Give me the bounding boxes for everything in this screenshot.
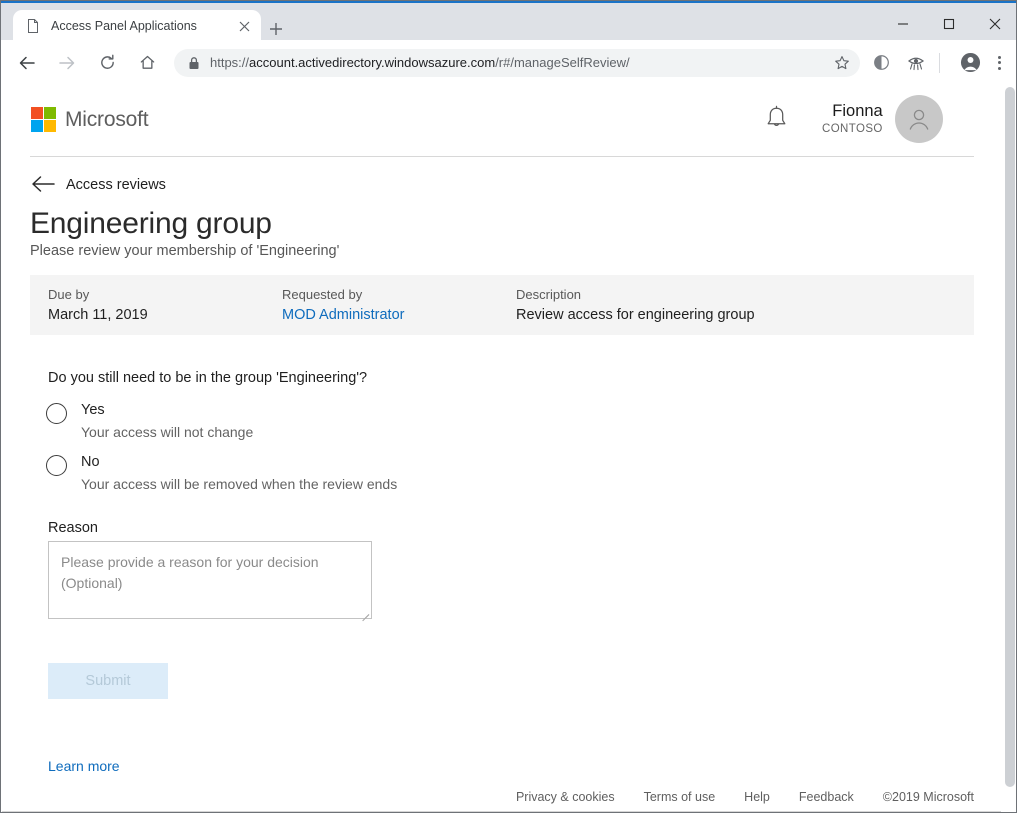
- url-host: account.activedirectory.windowsazure.com: [249, 55, 495, 70]
- info-column-due-by: Due by March 11, 2019: [48, 287, 148, 323]
- toolbar-divider: [939, 53, 940, 73]
- page-viewport: Microsoft Fionna CONTOSO: [2, 85, 1017, 813]
- new-tab-button[interactable]: [263, 16, 289, 42]
- user-info: Fionna CONTOSO: [822, 102, 883, 137]
- footer-copyright: ©2019 Microsoft: [883, 790, 974, 804]
- radio-label-yes: Yes: [81, 402, 105, 418]
- info-label: Description: [516, 287, 755, 302]
- info-label: Requested by: [282, 287, 404, 302]
- radio-description-yes: Your access will not change: [81, 424, 253, 440]
- info-circle-icon[interactable]: [867, 49, 895, 77]
- page-scrollbar[interactable]: [1001, 85, 1017, 813]
- url-text: https://account.activedirectory.windowsa…: [210, 55, 630, 70]
- eye-extension-icon[interactable]: [902, 49, 930, 77]
- logo-square-green: [44, 107, 56, 119]
- radio-description-no: Your access will be removed when the rev…: [81, 476, 397, 492]
- overflow-menu-icon[interactable]: [986, 50, 1012, 76]
- user-org: CONTOSO: [822, 121, 883, 137]
- logo-square-red: [31, 107, 43, 119]
- window-controls: [873, 5, 1017, 42]
- page-footer: Privacy & cookies Terms of use Help Feed…: [2, 780, 1001, 813]
- reason-input[interactable]: [48, 541, 372, 619]
- review-question: Do you still need to be in the group 'En…: [48, 370, 367, 386]
- back-arrow-icon[interactable]: [12, 48, 42, 78]
- footer-link-privacy[interactable]: Privacy & cookies: [516, 790, 615, 804]
- maximize-button[interactable]: [926, 6, 972, 41]
- home-icon[interactable]: [132, 48, 162, 78]
- microsoft-logo-squares: [31, 107, 56, 132]
- tab-strip: Access Panel Applications: [1, 1, 1017, 40]
- footer-link-terms[interactable]: Terms of use: [644, 790, 716, 804]
- requested-by-link[interactable]: MOD Administrator: [282, 307, 404, 323]
- submit-button[interactable]: Submit: [48, 663, 168, 699]
- page-subtitle: Please review your membership of 'Engine…: [30, 243, 339, 259]
- avatar[interactable]: [895, 95, 943, 143]
- user-account[interactable]: Fionna CONTOSO: [822, 95, 943, 143]
- footer-link-feedback[interactable]: Feedback: [799, 790, 854, 804]
- header-divider: [30, 156, 974, 157]
- radio-button-no[interactable]: [46, 455, 67, 476]
- page-title: Engineering group: [30, 207, 272, 241]
- reason-label: Reason: [48, 520, 98, 536]
- profile-avatar-icon[interactable]: [956, 49, 984, 77]
- url-path: /r#/manageSelfReview/: [495, 55, 629, 70]
- review-info-panel: Due by March 11, 2019 Requested by MOD A…: [30, 275, 974, 335]
- learn-more-link[interactable]: Learn more: [48, 758, 120, 774]
- minimize-button[interactable]: [880, 6, 926, 41]
- lock-icon: [188, 56, 200, 70]
- info-label: Due by: [48, 287, 148, 302]
- user-name: Fionna: [822, 102, 883, 121]
- radio-label-no: No: [81, 454, 100, 470]
- footer-link-help[interactable]: Help: [744, 790, 770, 804]
- back-link-label: Access reviews: [66, 177, 166, 193]
- browser-toolbar: https://account.activedirectory.windowsa…: [1, 40, 1017, 85]
- radio-button-yes[interactable]: [46, 403, 67, 424]
- page-icon: [25, 18, 41, 34]
- browser-tab[interactable]: Access Panel Applications: [13, 10, 261, 42]
- reload-icon[interactable]: [92, 48, 122, 78]
- logo-square-blue: [31, 120, 43, 132]
- bell-icon[interactable]: [764, 105, 790, 133]
- tab-title: Access Panel Applications: [51, 19, 233, 33]
- star-icon[interactable]: [832, 53, 852, 73]
- close-icon[interactable]: [233, 15, 255, 37]
- url-scheme: https://: [210, 55, 249, 70]
- logo-square-yellow: [44, 120, 56, 132]
- info-column-description: Description Review access for engineerin…: [516, 287, 755, 323]
- info-column-requested-by: Requested by MOD Administrator: [282, 287, 404, 323]
- microsoft-logo[interactable]: Microsoft: [31, 107, 148, 132]
- microsoft-wordmark: Microsoft: [65, 108, 148, 132]
- info-value: Review access for engineering group: [516, 307, 755, 323]
- scrollbar-thumb[interactable]: [1005, 87, 1015, 787]
- address-bar[interactable]: https://account.activedirectory.windowsa…: [174, 49, 860, 77]
- forward-arrow-icon: [52, 48, 82, 78]
- close-button[interactable]: [972, 6, 1017, 41]
- footer-divider: [2, 811, 1017, 812]
- info-value: March 11, 2019: [48, 307, 148, 323]
- back-arrow-icon: [31, 175, 57, 195]
- back-to-access-reviews-link[interactable]: Access reviews: [31, 175, 166, 195]
- browser-window: Access Panel Applications: [0, 0, 1017, 813]
- toolbar-actions: [860, 49, 1017, 77]
